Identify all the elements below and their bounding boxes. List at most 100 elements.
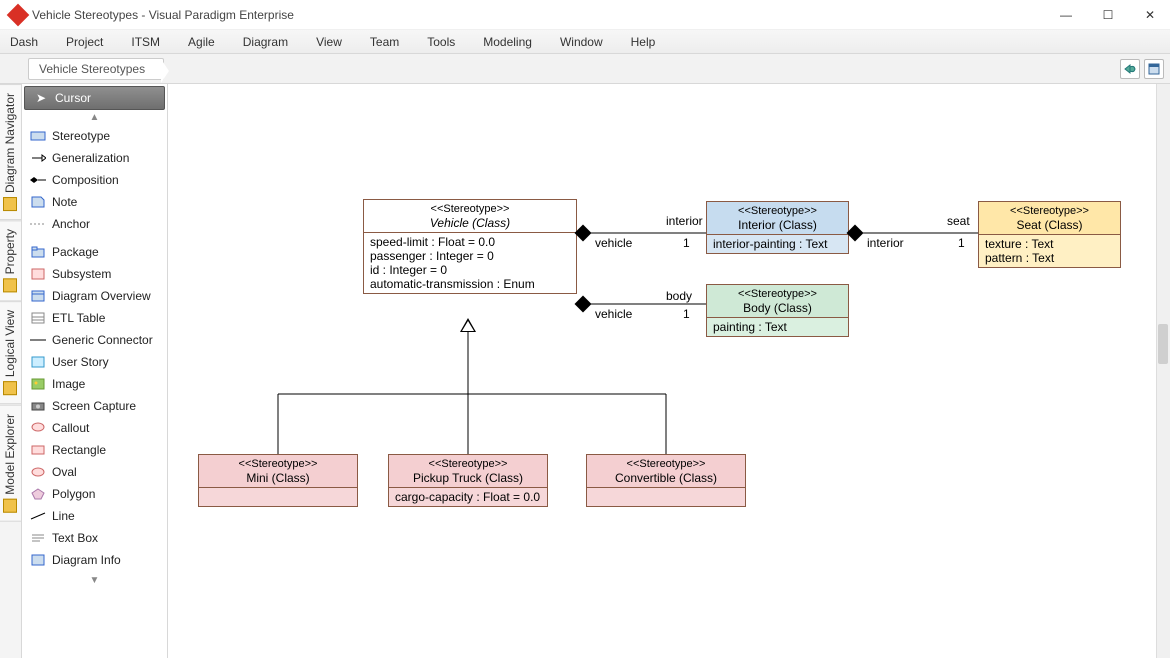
class-seat[interactable]: <<Stereotype>>Seat (Class) texture : Tex… bbox=[978, 201, 1121, 268]
palette-note[interactable]: Note bbox=[22, 191, 167, 213]
cursor-icon: ➤ bbox=[33, 92, 49, 104]
tab-logical-view[interactable]: Logical View bbox=[0, 301, 21, 404]
toolbar: Vehicle Stereotypes bbox=[0, 54, 1170, 84]
camera-icon bbox=[30, 400, 46, 412]
class-pickup[interactable]: <<Stereotype>>Pickup Truck (Class) cargo… bbox=[388, 454, 548, 507]
menu-team[interactable]: Team bbox=[370, 35, 399, 49]
class-vehicle[interactable]: <<Stereotype>>Vehicle (Class) speed-limi… bbox=[363, 199, 577, 294]
palette-callout[interactable]: Callout bbox=[22, 417, 167, 439]
title-bar: Vehicle Stereotypes - Visual Paradigm En… bbox=[0, 0, 1170, 30]
tab-model-explorer[interactable]: Model Explorer bbox=[0, 405, 21, 522]
palette-generalization[interactable]: Generalization bbox=[22, 147, 167, 169]
userstory-icon bbox=[30, 356, 46, 368]
role-label: vehicle bbox=[595, 307, 632, 321]
image-icon bbox=[30, 378, 46, 390]
palette-stereotype[interactable]: Stereotype bbox=[22, 125, 167, 147]
palette-scroll-up[interactable]: ▲ bbox=[22, 110, 167, 125]
textbox-icon bbox=[30, 532, 46, 544]
package-icon bbox=[30, 246, 46, 258]
class-interior[interactable]: <<Stereotype>>Interior (Class) interior-… bbox=[706, 201, 849, 254]
menu-modeling[interactable]: Modeling bbox=[483, 35, 532, 49]
tab-icon bbox=[3, 278, 17, 292]
menu-bar: Dash Project ITSM Agile Diagram View Tea… bbox=[0, 30, 1170, 54]
tab-icon bbox=[3, 382, 17, 396]
palette-screen-capture[interactable]: Screen Capture bbox=[22, 395, 167, 417]
palette-subsystem[interactable]: Subsystem bbox=[22, 263, 167, 285]
oval-icon bbox=[30, 466, 46, 478]
maximize-button[interactable]: ☐ bbox=[1096, 8, 1120, 22]
line-icon bbox=[30, 510, 46, 522]
palette-diagram-overview[interactable]: Diagram Overview bbox=[22, 285, 167, 307]
subsystem-icon bbox=[30, 268, 46, 280]
minimize-button[interactable]: — bbox=[1054, 8, 1078, 22]
composition-diamond-icon bbox=[847, 225, 864, 242]
menu-help[interactable]: Help bbox=[631, 35, 656, 49]
palette-etl-table[interactable]: ETL Table bbox=[22, 307, 167, 329]
generalization-arrow-icon bbox=[460, 318, 476, 332]
tool-palette: ➤Cursor ▲ Stereotype Generalization Comp… bbox=[22, 84, 168, 658]
composition-icon bbox=[30, 174, 46, 186]
menu-window[interactable]: Window bbox=[560, 35, 603, 49]
connector-lines bbox=[168, 84, 1170, 658]
stereotype-icon bbox=[30, 130, 46, 142]
callout-icon bbox=[30, 422, 46, 434]
menu-dash[interactable]: Dash bbox=[10, 35, 38, 49]
menu-project[interactable]: Project bbox=[66, 35, 103, 49]
mult-label: 1 bbox=[683, 236, 690, 250]
menu-diagram[interactable]: Diagram bbox=[243, 35, 288, 49]
palette-text-box[interactable]: Text Box bbox=[22, 527, 167, 549]
palette-scroll-down[interactable]: ▼ bbox=[22, 571, 167, 590]
rectangle-icon bbox=[30, 444, 46, 456]
palette-polygon[interactable]: Polygon bbox=[22, 483, 167, 505]
side-tab-strip: Diagram Navigator Property Logical View … bbox=[0, 84, 22, 658]
diagram-canvas[interactable]: <<Stereotype>>Vehicle (Class) speed-limi… bbox=[168, 84, 1170, 658]
role-label: seat bbox=[947, 214, 970, 228]
tab-icon bbox=[3, 197, 17, 211]
palette-diagram-info[interactable]: Diagram Info bbox=[22, 549, 167, 571]
palette-image[interactable]: Image bbox=[22, 373, 167, 395]
role-label: interior bbox=[666, 214, 703, 228]
anchor-icon bbox=[30, 218, 46, 230]
palette-anchor[interactable]: Anchor bbox=[22, 213, 167, 235]
palette-composition[interactable]: Composition bbox=[22, 169, 167, 191]
palette-oval[interactable]: Oval bbox=[22, 461, 167, 483]
menu-agile[interactable]: Agile bbox=[188, 35, 215, 49]
polygon-icon bbox=[30, 488, 46, 500]
etl-icon bbox=[30, 312, 46, 324]
tab-property[interactable]: Property bbox=[0, 220, 21, 301]
layout-icon[interactable] bbox=[1144, 59, 1164, 79]
class-convertible[interactable]: <<Stereotype>>Convertible (Class) bbox=[586, 454, 746, 507]
composition-diamond-icon bbox=[575, 296, 592, 313]
close-button[interactable]: ✕ bbox=[1138, 8, 1162, 22]
role-label: interior bbox=[867, 236, 904, 250]
menu-view[interactable]: View bbox=[316, 35, 342, 49]
note-icon bbox=[30, 196, 46, 208]
mult-label: 1 bbox=[683, 307, 690, 321]
palette-line[interactable]: Line bbox=[22, 505, 167, 527]
role-label: vehicle bbox=[595, 236, 632, 250]
menu-itsm[interactable]: ITSM bbox=[131, 35, 160, 49]
menu-tools[interactable]: Tools bbox=[427, 35, 455, 49]
class-mini[interactable]: <<Stereotype>>Mini (Class) bbox=[198, 454, 358, 507]
announce-icon[interactable] bbox=[1120, 59, 1140, 79]
generalization-icon bbox=[30, 152, 46, 164]
diagraminfo-icon bbox=[30, 554, 46, 566]
vertical-scrollbar[interactable] bbox=[1156, 84, 1170, 658]
overview-icon bbox=[30, 290, 46, 302]
palette-generic-connector[interactable]: Generic Connector bbox=[22, 329, 167, 351]
app-logo-icon bbox=[7, 3, 30, 26]
palette-package[interactable]: Package bbox=[22, 241, 167, 263]
window-title: Vehicle Stereotypes - Visual Paradigm En… bbox=[32, 8, 1054, 22]
palette-user-story[interactable]: User Story bbox=[22, 351, 167, 373]
palette-rectangle[interactable]: Rectangle bbox=[22, 439, 167, 461]
composition-diamond-icon bbox=[575, 225, 592, 242]
role-label: body bbox=[666, 289, 692, 303]
tab-diagram-navigator[interactable]: Diagram Navigator bbox=[0, 84, 21, 220]
breadcrumb[interactable]: Vehicle Stereotypes bbox=[28, 58, 164, 80]
class-body[interactable]: <<Stereotype>>Body (Class) painting : Te… bbox=[706, 284, 849, 337]
mult-label: 1 bbox=[958, 236, 965, 250]
tab-icon bbox=[3, 498, 17, 512]
connector-icon bbox=[30, 334, 46, 346]
scrollbar-thumb[interactable] bbox=[1158, 324, 1168, 364]
palette-cursor[interactable]: ➤Cursor bbox=[24, 86, 165, 110]
